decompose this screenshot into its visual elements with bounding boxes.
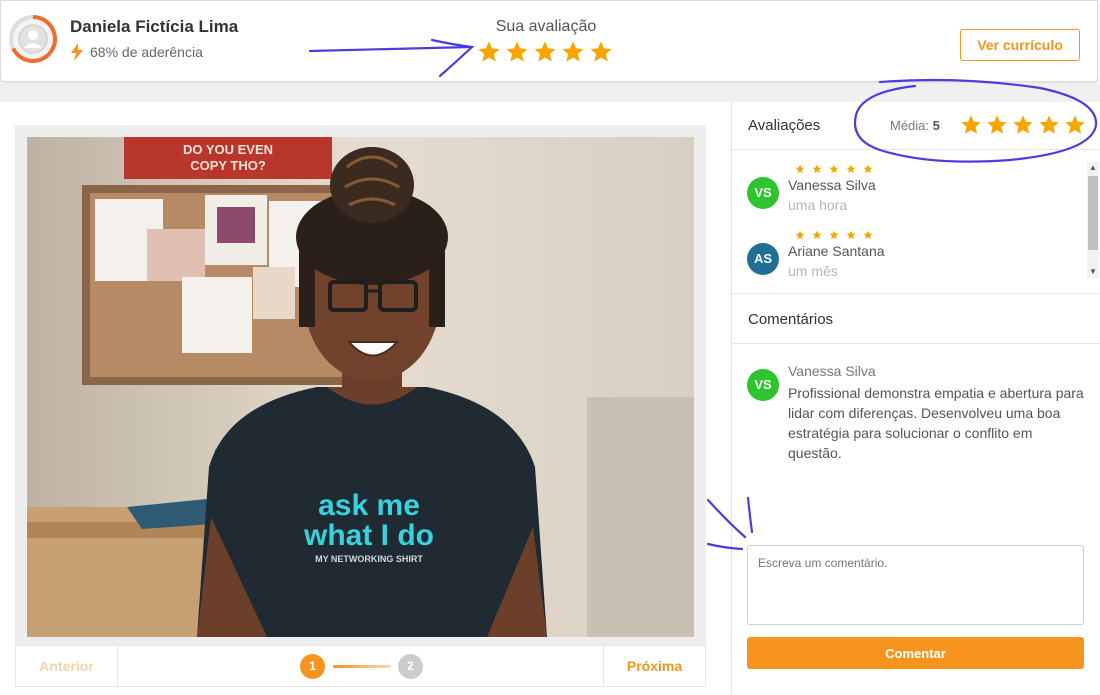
adherence-text: 68% de aderência (90, 44, 203, 60)
star-icon (829, 164, 839, 173)
sign-text-1: DO YOU EVEN (183, 142, 273, 157)
review-item: VS Vanessa Silva uma hora (747, 164, 1077, 214)
star-icon (846, 164, 856, 173)
photo-illustration: DO YOU EVEN COPY THO? ask me what I do M… (27, 137, 694, 637)
avatar: AS (747, 243, 779, 275)
comment-input[interactable] (747, 545, 1084, 625)
previous-button[interactable]: Anterior (16, 646, 118, 686)
step-2[interactable]: 2 (398, 654, 423, 679)
reviews-scrollbar[interactable]: ▲ ▼ (1087, 162, 1099, 278)
sign-text-2: COPY THO? (190, 158, 266, 173)
avatar (13, 19, 53, 59)
candidate-name: Daniela Fictícia Lima (70, 17, 239, 36)
star-icon[interactable] (505, 40, 529, 64)
average-label: Média: (890, 118, 930, 133)
star-icon[interactable] (477, 40, 501, 64)
star-icon[interactable] (589, 40, 613, 64)
avatar: VS (747, 369, 779, 401)
shirt-text-small: MY NETWORKING SHIRT (315, 554, 423, 564)
candidate-header: Daniela Fictícia Lima 68% de aderência S… (0, 0, 1098, 82)
star-icon (829, 230, 839, 239)
average-stars (960, 114, 1086, 136)
review-time: um mês (788, 263, 838, 278)
reviews-list[interactable]: VS Vanessa Silva uma hora AS Ariane Sant… (732, 160, 1100, 278)
reviewer-name: Vanessa Silva (788, 177, 876, 193)
scroll-thumb[interactable] (1088, 176, 1098, 250)
feedback-panel: Avaliações Média: 5 VS Vanessa Silva uma… (731, 102, 1100, 695)
review-time: uma hora (788, 197, 848, 213)
average-value: 5 (932, 118, 940, 133)
your-rating-stars[interactable] (477, 40, 613, 64)
user-avatar-icon (18, 24, 48, 54)
step-connector (333, 665, 391, 668)
average-rating: Média: 5 (890, 118, 940, 133)
avatar: VS (747, 177, 779, 209)
lightning-icon (71, 43, 83, 61)
star-icon (863, 164, 873, 173)
adherence-ring (9, 15, 57, 63)
scroll-up-icon[interactable]: ▲ (1087, 162, 1099, 174)
star-icon (1065, 115, 1085, 134)
submit-comment-button[interactable]: Comentar (747, 637, 1084, 669)
candidate-photo: DO YOU EVEN COPY THO? ask me what I do M… (27, 137, 694, 637)
star-icon (812, 230, 822, 239)
review-item: AS Ariane Santana um mês (747, 230, 1077, 278)
divider (732, 293, 1100, 294)
star-icon (1013, 115, 1033, 134)
adherence-info: 68% de aderência (70, 43, 203, 61)
your-rating-label: Sua avaliação (495, 18, 597, 35)
star-icon (863, 230, 873, 239)
star-icon (795, 164, 805, 173)
view-cv-button[interactable]: Ver currículo (960, 29, 1080, 61)
star-icon (961, 115, 981, 134)
star-icon[interactable] (561, 40, 585, 64)
shirt-text-2: what I do (303, 519, 434, 552)
star-icon (987, 115, 1007, 134)
star-icon[interactable] (533, 40, 557, 64)
ratings-title: Avaliações (748, 117, 821, 134)
review-stars (795, 164, 873, 174)
scroll-down-icon[interactable]: ▼ (1087, 266, 1099, 278)
step-1[interactable]: 1 (300, 654, 325, 679)
comment-text: Profissional demonstra empatia e abertur… (788, 385, 1084, 461)
photo-pager: Anterior 1 2 Próxima (15, 645, 706, 687)
reviewer-name: Ariane Santana (788, 243, 885, 259)
divider (732, 149, 1100, 150)
separator-strip (0, 84, 1100, 102)
shirt-text-1: ask me (318, 489, 420, 522)
star-icon (1039, 115, 1059, 134)
review-stars (795, 230, 873, 240)
commenter-name: Vanessa Silva (788, 363, 876, 379)
star-icon (846, 230, 856, 239)
comments-title: Comentários (748, 311, 834, 328)
next-button[interactable]: Próxima (603, 646, 705, 686)
star-icon (812, 164, 822, 173)
star-icon (795, 230, 805, 239)
divider (732, 343, 1100, 344)
